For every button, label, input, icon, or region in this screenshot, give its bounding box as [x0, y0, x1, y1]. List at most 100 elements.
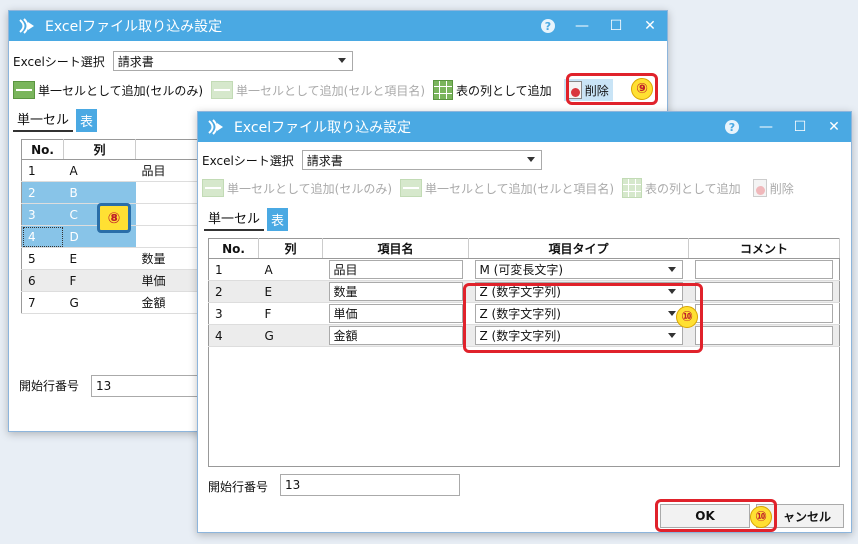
item-type-select[interactable]: M (可変長文字): [474, 260, 683, 279]
table-row-empty: [209, 347, 840, 467]
header-no: No.: [208, 238, 259, 259]
add-single-cell-label: 単一セルとして追加(セルのみ): [38, 83, 204, 98]
row-comment: [688, 258, 840, 281]
row-no: 3: [208, 302, 259, 325]
add-cell-icon: [13, 81, 35, 99]
step-8-badge: ⑧: [97, 203, 131, 233]
add-column-label: 表の列として追加: [645, 181, 741, 196]
item-name-input[interactable]: 品目: [328, 260, 463, 279]
table-grid-icon: [433, 80, 454, 100]
sheet-select-label: Excelシート選択: [202, 153, 294, 168]
row-col: G: [63, 291, 136, 314]
table-row[interactable]: 1 A 品目 M (可変長文字): [208, 258, 840, 281]
header-col: 列: [258, 238, 323, 259]
row-no: 4: [21, 225, 64, 248]
add-single-cell-button[interactable]: 単一セルとして追加(セルのみ): [202, 179, 392, 197]
item-type-highlight: [463, 283, 703, 353]
maximize-icon[interactable]: ☐: [783, 112, 817, 142]
header-comment: コメント: [688, 238, 840, 259]
row-item: 金額: [322, 324, 469, 347]
item-name-input[interactable]: 数量: [328, 282, 463, 301]
maximize-icon[interactable]: ☐: [599, 11, 633, 41]
add-column-button[interactable]: 表の列として追加: [622, 178, 741, 198]
header-no: No.: [21, 139, 64, 160]
app-logo-icon: [206, 117, 226, 137]
chevron-down-icon: [526, 157, 535, 162]
row-type: M (可変長文字): [468, 258, 689, 281]
minimize-icon[interactable]: —: [565, 11, 599, 41]
row-col: E: [63, 247, 136, 270]
add-cell-icon: [202, 179, 224, 197]
row-item: 数量: [322, 280, 469, 303]
add-single-cell-with-item-label: 単一セルとして追加(セルと項目名): [236, 83, 426, 98]
item-type-value: M (可変長文字): [479, 263, 564, 277]
add-column-button[interactable]: 表の列として追加: [433, 80, 552, 100]
delete-icon: [752, 179, 767, 197]
sheet-select-value: 請求書: [306, 153, 343, 168]
tab-table[interactable]: 表: [76, 109, 98, 132]
comment-input[interactable]: [694, 260, 833, 279]
step-10-badge: ⑩: [750, 506, 772, 528]
start-row-label: 開始行番号: [19, 379, 80, 393]
minimize-icon[interactable]: —: [749, 112, 783, 142]
row-no: 5: [21, 247, 64, 270]
row-col: A: [258, 258, 323, 281]
header-col: 列: [63, 139, 136, 160]
tab-single-cell[interactable]: 単一セル: [204, 206, 265, 231]
add-cell-item-icon: [211, 81, 234, 99]
row-item: 品目: [322, 258, 469, 281]
delete-button[interactable]: 削除: [752, 179, 794, 197]
back-titlebar: Excelファイル取り込み設定 ? — ☐ ✕: [9, 11, 667, 41]
tab-table[interactable]: 表: [267, 208, 289, 231]
add-single-cell-with-item-button[interactable]: 単一セルとして追加(セルと項目名): [211, 81, 425, 99]
row-col: F: [63, 269, 136, 292]
item-name-input[interactable]: 単価: [328, 304, 463, 323]
sheet-select[interactable]: 請求書: [112, 51, 353, 71]
back-title: Excelファイル取り込み設定: [45, 19, 223, 35]
add-single-cell-label: 単一セルとして追加(セルのみ): [227, 181, 393, 196]
step-9-badge: ⑨: [631, 78, 653, 100]
close-icon[interactable]: ✕: [633, 11, 667, 41]
sheet-select-label: Excelシート選択: [13, 54, 105, 69]
header-type: 項目タイプ: [468, 238, 689, 259]
row-no: 1: [21, 159, 64, 182]
chevron-down-icon: [667, 267, 676, 272]
add-cell-item-icon: [400, 179, 423, 197]
row-comment: [688, 280, 840, 303]
row-col: B: [63, 181, 136, 204]
app-logo-icon: [17, 16, 37, 36]
comment-input[interactable]: [694, 304, 833, 323]
help-icon[interactable]: ?: [531, 11, 565, 41]
row-no: 2: [208, 280, 259, 303]
row-no: 2: [21, 181, 64, 204]
sheet-select[interactable]: 請求書: [301, 150, 542, 170]
row-no: 4: [208, 324, 259, 347]
row-no: 1: [208, 258, 259, 281]
item-name-input[interactable]: 金額: [328, 326, 463, 345]
front-titlebar: Excelファイル取り込み設定 ? — ☐ ✕: [198, 112, 851, 142]
add-single-cell-with-item-button[interactable]: 単一セルとして追加(セルと項目名): [400, 179, 614, 197]
start-row-label: 開始行番号: [208, 480, 269, 494]
add-column-label: 表の列として追加: [456, 83, 552, 98]
comment-input[interactable]: [694, 326, 833, 345]
step-10-badge: ⑩: [676, 306, 698, 328]
help-icon[interactable]: ?: [715, 112, 749, 142]
row-no: 3: [21, 203, 64, 226]
sheet-select-value: 請求書: [117, 54, 154, 69]
row-no: 7: [21, 291, 64, 314]
comment-input[interactable]: [694, 282, 833, 301]
row-col: A: [63, 159, 136, 182]
close-icon[interactable]: ✕: [817, 112, 851, 142]
table-empty-area: [209, 347, 840, 467]
start-row-input[interactable]: 13: [280, 474, 460, 496]
row-comment: [688, 324, 840, 347]
add-single-cell-button[interactable]: 単一セルとして追加(セルのみ): [13, 81, 203, 99]
table-grid-icon: [622, 178, 643, 198]
start-row-input[interactable]: 13: [91, 375, 201, 397]
row-item: 単価: [322, 302, 469, 325]
tab-single-cell[interactable]: 単一セル: [13, 107, 74, 132]
row-col: F: [258, 302, 323, 325]
row-comment: [688, 302, 840, 325]
row-col: G: [258, 324, 323, 347]
front-title: Excelファイル取り込み設定: [234, 120, 412, 136]
